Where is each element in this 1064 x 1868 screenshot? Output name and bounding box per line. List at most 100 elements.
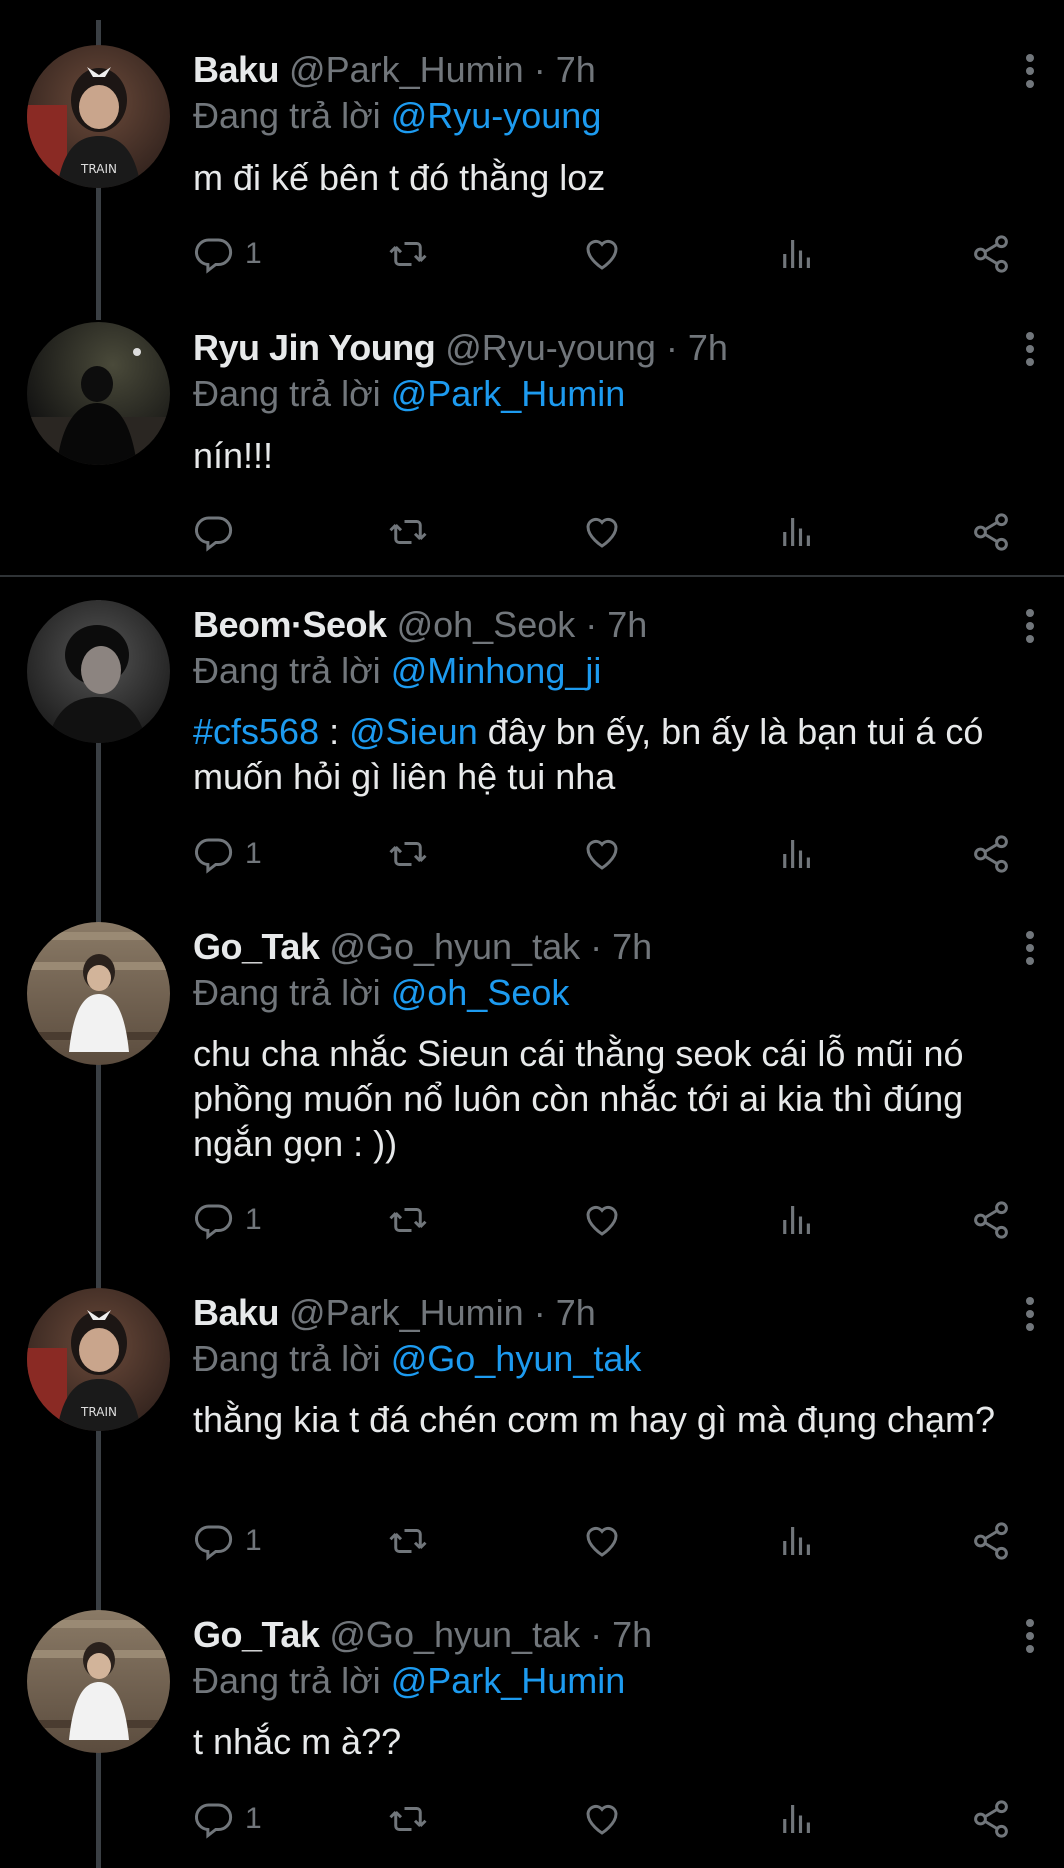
author-handle[interactable]: @Go_hyun_tak (329, 1614, 580, 1655)
timestamp[interactable]: 7h (556, 1292, 596, 1333)
author-name[interactable]: Beom·Seok (193, 604, 387, 645)
reply-to-mention[interactable]: @oh_Seok (391, 972, 570, 1013)
timestamp[interactable]: 7h (688, 327, 728, 368)
share-icon (970, 1798, 1012, 1840)
views-icon (776, 511, 818, 553)
timestamp[interactable]: 7h (612, 926, 652, 967)
timestamp[interactable]: 7h (556, 49, 596, 90)
tweet-text: chu cha nhắc Sieun cái thằng seok cái lỗ… (193, 1033, 964, 1164)
reply-count: 1 (245, 237, 262, 270)
reply-to-mention[interactable]: @Park_Humin (391, 373, 626, 414)
author-name[interactable]: Baku (193, 49, 280, 90)
reply-button[interactable]: 1 (193, 230, 262, 278)
like-button[interactable] (581, 508, 623, 556)
avatar[interactable] (27, 322, 170, 465)
reply-button[interactable] (193, 508, 245, 556)
views-button[interactable] (776, 1517, 818, 1565)
author-name[interactable]: Go_Tak (193, 1614, 320, 1655)
separator-dot: · (533, 49, 546, 90)
views-button[interactable] (776, 1795, 818, 1843)
more-options-icon[interactable] (1024, 1293, 1036, 1333)
share-button[interactable] (970, 1517, 1012, 1565)
reply-button[interactable]: 1 (193, 1795, 262, 1843)
like-icon (581, 511, 623, 553)
author-name[interactable]: Baku (193, 1292, 280, 1333)
reply-to-mention[interactable]: @Ryu-young (391, 95, 602, 136)
avatar[interactable] (27, 600, 170, 743)
replying-to-label: Đang trả lời (193, 650, 381, 691)
like-icon (581, 833, 623, 875)
reply-to-mention[interactable]: @Minhong_ji (391, 650, 602, 691)
retweet-icon (387, 511, 429, 553)
author-handle[interactable]: @Park_Humin (289, 1292, 524, 1333)
like-icon (581, 1798, 623, 1840)
like-button[interactable] (581, 1795, 623, 1843)
retweet-button[interactable] (387, 230, 429, 278)
author-name[interactable]: Go_Tak (193, 926, 320, 967)
replying-to-label: Đang trả lời (193, 95, 381, 136)
like-button[interactable] (581, 830, 623, 878)
author-name[interactable]: Ryu Jin Young (193, 327, 436, 368)
retweet-button[interactable] (387, 508, 429, 556)
like-button[interactable] (581, 1517, 623, 1565)
share-button[interactable] (970, 830, 1012, 878)
retweet-icon (387, 1199, 429, 1241)
reply-button[interactable]: 1 (193, 1196, 262, 1244)
reply-button[interactable]: 1 (193, 830, 262, 878)
views-icon (776, 833, 818, 875)
timestamp[interactable]: 7h (607, 604, 647, 645)
more-options-icon[interactable] (1024, 927, 1036, 967)
action-bar: 1 (193, 1795, 1023, 1843)
views-button[interactable] (776, 830, 818, 878)
reply-to-mention[interactable]: @Park_Humin (391, 1660, 626, 1701)
share-button[interactable] (970, 230, 1012, 278)
author-handle[interactable]: @Park_Humin (289, 49, 524, 90)
conversation-divider (0, 575, 1064, 577)
like-icon (581, 233, 623, 275)
views-button[interactable] (776, 230, 818, 278)
views-button[interactable] (776, 1196, 818, 1244)
retweet-button[interactable] (387, 830, 429, 878)
more-options-icon[interactable] (1024, 605, 1036, 645)
reply-button[interactable]: 1 (193, 1517, 262, 1565)
reply-to-mention[interactable]: @Go_hyun_tak (391, 1338, 642, 1379)
more-options-icon[interactable] (1024, 50, 1036, 90)
avatar[interactable]: TRAIN (27, 1288, 170, 1431)
reply-count: 1 (245, 1524, 262, 1557)
views-button[interactable] (776, 508, 818, 556)
timestamp[interactable]: 7h (612, 1614, 652, 1655)
author-handle[interactable]: @oh_Seok (397, 604, 576, 645)
more-options-icon[interactable] (1024, 328, 1036, 368)
action-bar (193, 508, 1023, 556)
retweet-button[interactable] (387, 1795, 429, 1843)
tweet-text: nín!!! (193, 435, 274, 476)
avatar[interactable] (27, 922, 170, 1065)
more-options-icon[interactable] (1024, 1615, 1036, 1655)
author-handle[interactable]: @Ryu-young (445, 327, 656, 368)
replying-to-label: Đang trả lời (193, 373, 381, 414)
share-button[interactable] (970, 508, 1012, 556)
hashtag-link[interactable]: #cfs568 (193, 711, 319, 752)
share-button[interactable] (970, 1795, 1012, 1843)
share-button[interactable] (970, 1196, 1012, 1244)
author-handle[interactable]: @Go_hyun_tak (329, 926, 580, 967)
reply-count: 1 (245, 837, 262, 870)
views-icon (776, 1520, 818, 1562)
reply-icon (193, 1798, 235, 1840)
avatar[interactable]: TRAIN (27, 45, 170, 188)
retweet-button[interactable] (387, 1517, 429, 1565)
replying-to-label: Đang trả lời (193, 1660, 381, 1701)
retweet-icon (387, 1798, 429, 1840)
retweet-button[interactable] (387, 1196, 429, 1244)
action-bar: 1 (193, 830, 1023, 878)
mention-link[interactable]: @Sieun (349, 711, 478, 752)
like-button[interactable] (581, 1196, 623, 1244)
svg-text:TRAIN: TRAIN (80, 162, 117, 176)
like-button[interactable] (581, 230, 623, 278)
avatar[interactable] (27, 1610, 170, 1753)
tweet-text: t nhắc m à?? (193, 1721, 402, 1762)
reply-icon (193, 1199, 235, 1241)
separator-dot: · (533, 1292, 546, 1333)
like-icon (581, 1199, 623, 1241)
separator-dot: · (590, 926, 603, 967)
